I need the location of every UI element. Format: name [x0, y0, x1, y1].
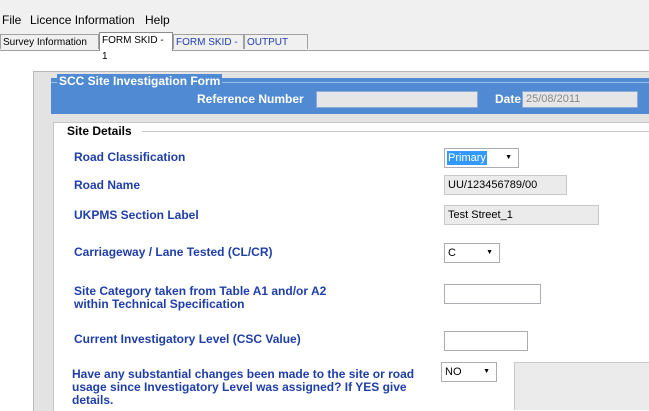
chevron-down-icon: ▼	[483, 368, 490, 375]
ukpms-section-input[interactable]: Test Street_1	[444, 205, 599, 225]
tab-strip: Survey Information FORM SKID - 1 FORM SK…	[0, 30, 649, 63]
carriageway-select[interactable]: C ▼	[444, 243, 500, 263]
reference-number-label: Reference Number	[197, 92, 304, 106]
site-details-title: Site Details	[65, 124, 134, 138]
tab-form-skid-1[interactable]: FORM SKID - 1	[99, 32, 173, 62]
site-category-input[interactable]	[444, 284, 541, 304]
menu-help[interactable]: Help	[145, 13, 170, 27]
csc-value-label: Current Investigatory Level (CSC Value)	[74, 332, 301, 346]
menu-bar: File Licence Information Help	[0, 0, 649, 30]
date-input[interactable]: 25/08/2011	[522, 91, 638, 108]
carriageway-value: C	[448, 247, 456, 259]
changes-label-line3: details.	[72, 393, 114, 407]
chevron-down-icon: ▼	[486, 249, 493, 256]
carriageway-label: Carriageway / Lane Tested (CL/CR)	[74, 245, 273, 259]
road-name-label: Road Name	[74, 178, 141, 192]
substantial-changes-select[interactable]: NO ▼	[441, 362, 497, 382]
tab-survey-information[interactable]: Survey Information	[0, 34, 99, 49]
menu-file[interactable]: File	[2, 13, 21, 27]
substantial-changes-value: NO	[445, 366, 462, 378]
tab-output-file[interactable]: OUTPUT FILE	[244, 34, 308, 63]
menu-licence-information[interactable]: Licence Information	[30, 13, 135, 27]
site-details-divider	[142, 131, 649, 132]
changes-label-line2: usage since Investigatory Level was assi…	[72, 380, 407, 394]
road-classification-select[interactable]: Primary ▼	[444, 148, 519, 168]
csc-value-input[interactable]	[444, 331, 528, 351]
tab-form-skid-2[interactable]: FORM SKID - 2	[173, 34, 244, 63]
chevron-down-icon: ▼	[505, 154, 512, 161]
reference-number-input[interactable]	[316, 91, 478, 108]
ukpms-section-label: UKPMS Section Label	[74, 208, 199, 222]
date-label: Date	[495, 92, 522, 106]
changes-details-textarea[interactable]	[514, 362, 649, 410]
road-classification-label: Road Classification	[74, 150, 186, 164]
site-category-label-line2: within Technical Specification	[74, 297, 245, 311]
form-title: SCC Site Investigation Form	[57, 74, 223, 88]
road-classification-value: Primary	[447, 151, 487, 165]
road-name-input[interactable]: UU/123456789/00	[444, 175, 567, 195]
